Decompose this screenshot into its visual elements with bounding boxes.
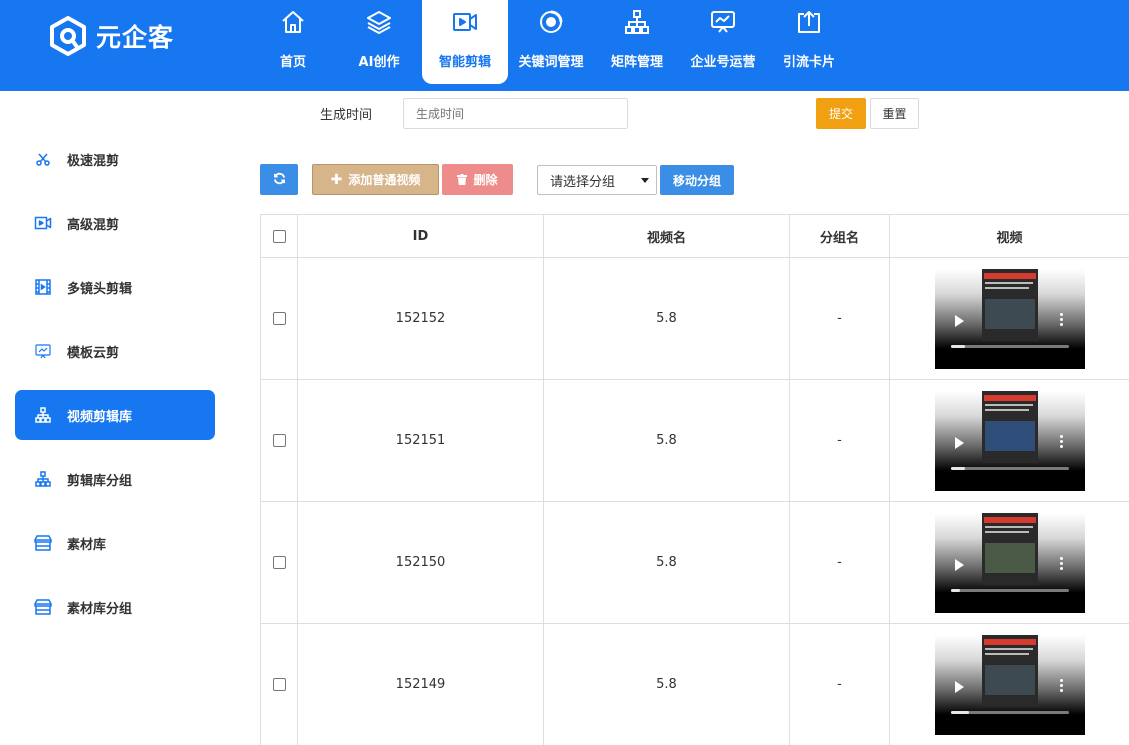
cell-name: 5.8 — [543, 379, 790, 502]
move-group-button[interactable]: 移动分组 — [660, 165, 734, 195]
plus-icon: ✚ — [330, 171, 343, 188]
sidebar-item-quick-mix[interactable]: 极速混剪 — [15, 134, 215, 184]
row-checkbox[interactable] — [272, 556, 286, 569]
row-checkbox[interactable] — [272, 434, 286, 447]
more-vertical-icon[interactable] — [1059, 556, 1063, 571]
reset-button[interactable]: 重置 — [870, 98, 919, 129]
cell-id: 152150 — [297, 501, 544, 624]
cell-id: 152151 — [297, 379, 544, 502]
brand-name: 元企客 — [96, 23, 175, 52]
column-header-video: 视频 — [889, 214, 1129, 258]
video-player[interactable] — [934, 634, 1085, 735]
hierarchy-icon — [622, 7, 652, 37]
table-row: 152150 5.8 - — [260, 501, 1129, 624]
presentation-icon — [33, 341, 53, 361]
more-vertical-icon[interactable] — [1059, 678, 1063, 693]
play-icon[interactable] — [954, 558, 964, 571]
video-thumbnail — [981, 268, 1038, 341]
table-row: 152149 5.8 - — [260, 623, 1129, 745]
film-icon — [33, 277, 53, 297]
sidebar-item-materials[interactable]: 素材库 — [15, 518, 215, 568]
chevron-down-icon — [641, 178, 649, 183]
nav-item-ai-create[interactable]: AI创作 — [336, 0, 422, 84]
play-icon[interactable] — [954, 436, 964, 449]
sidebar-item-video-library[interactable]: 视频剪辑库 — [15, 390, 215, 440]
hierarchy-icon — [33, 469, 53, 489]
cell-group: - — [789, 623, 890, 745]
video-table: ID 视频名 分组名 视频 152152 5.8 - 152151 5.8 - … — [260, 214, 1129, 745]
sidebar: 极速混剪 高级混剪 多镜头剪辑 模板云剪 视频剪辑库 剪辑库分组 素材库 素材库… — [0, 91, 230, 745]
top-navbar: 元企客 首页 AI创作 智能剪辑 关键词管理 矩阵管理 企业号运营 引流卡片 — [0, 0, 1129, 91]
submit-button[interactable]: 提交 — [816, 98, 866, 129]
cell-id: 152149 — [297, 623, 544, 745]
main-nav: 首页 AI创作 智能剪辑 关键词管理 矩阵管理 企业号运营 引流卡片 — [250, 0, 852, 91]
cell-name: 5.8 — [543, 623, 790, 745]
table-header-row: ID 视频名 分组名 视频 — [260, 214, 1129, 258]
home-icon — [278, 7, 308, 37]
column-header-id: ID — [297, 214, 544, 258]
group-select[interactable]: 请选择分组 — [537, 165, 657, 195]
sidebar-item-multi-cam[interactable]: 多镜头剪辑 — [15, 262, 215, 312]
cell-group: - — [789, 501, 890, 624]
video-camera-icon — [450, 7, 480, 37]
row-checkbox[interactable] — [272, 678, 286, 691]
nav-item-cards[interactable]: 引流卡片 — [766, 0, 852, 84]
more-vertical-icon[interactable] — [1059, 312, 1063, 327]
video-player[interactable] — [934, 512, 1085, 613]
video-player[interactable] — [934, 390, 1085, 491]
sidebar-item-library-groups[interactable]: 剪辑库分组 — [15, 454, 215, 504]
play-icon[interactable] — [954, 680, 964, 693]
presentation-icon — [708, 7, 738, 37]
table-row: 152151 5.8 - — [260, 379, 1129, 502]
hierarchy-icon — [33, 405, 53, 425]
logo-icon — [48, 16, 88, 56]
row-checkbox[interactable] — [272, 312, 286, 325]
video-thumbnail — [981, 390, 1038, 463]
sidebar-item-advanced-mix[interactable]: 高级混剪 — [15, 198, 215, 248]
column-header-name: 视频名 — [543, 214, 790, 258]
nav-item-matrix[interactable]: 矩阵管理 — [594, 0, 680, 84]
scissors-icon — [33, 149, 53, 169]
cell-group: - — [789, 379, 890, 502]
refresh-icon — [273, 172, 286, 188]
table-row: 152152 5.8 - — [260, 257, 1129, 380]
sidebar-item-template-cloud[interactable]: 模板云剪 — [15, 326, 215, 376]
nav-item-home[interactable]: 首页 — [250, 0, 336, 84]
more-vertical-icon[interactable] — [1059, 434, 1063, 449]
store-icon — [33, 533, 53, 553]
nav-item-smart-edit[interactable]: 智能剪辑 — [422, 0, 508, 84]
video-player[interactable] — [934, 268, 1085, 369]
layers-icon — [364, 7, 394, 37]
video-progress-bar[interactable] — [950, 710, 1069, 714]
video-progress-bar[interactable] — [950, 466, 1069, 470]
video-progress-bar[interactable] — [950, 344, 1069, 348]
upload-box-icon — [794, 7, 824, 37]
cell-name: 5.8 — [543, 257, 790, 380]
cell-group: - — [789, 257, 890, 380]
filter-time-label: 生成时间 — [320, 108, 373, 123]
video-progress-bar[interactable] — [950, 588, 1069, 592]
cell-name: 5.8 — [543, 501, 790, 624]
refresh-button[interactable] — [260, 164, 298, 195]
delete-button[interactable]: 删除 — [442, 164, 513, 195]
video-thumbnail — [981, 634, 1038, 707]
target-icon — [536, 7, 566, 37]
nav-item-enterprise[interactable]: 企业号运营 — [680, 0, 766, 84]
nav-item-keywords[interactable]: 关键词管理 — [508, 0, 594, 84]
video-camera-icon — [33, 213, 53, 233]
column-header-group: 分组名 — [789, 214, 890, 258]
sidebar-item-material-groups[interactable]: 素材库分组 — [15, 582, 215, 632]
trash-icon — [457, 174, 468, 185]
store-icon — [33, 597, 53, 617]
select-all-checkbox[interactable] — [272, 229, 286, 243]
cell-id: 152152 — [297, 257, 544, 380]
video-thumbnail — [981, 512, 1038, 585]
brand-logo[interactable]: 元企客 — [48, 14, 174, 58]
add-video-button[interactable]: ✚ 添加普通视频 — [312, 164, 439, 195]
generate-time-input[interactable] — [403, 98, 628, 129]
play-icon[interactable] — [954, 314, 964, 327]
